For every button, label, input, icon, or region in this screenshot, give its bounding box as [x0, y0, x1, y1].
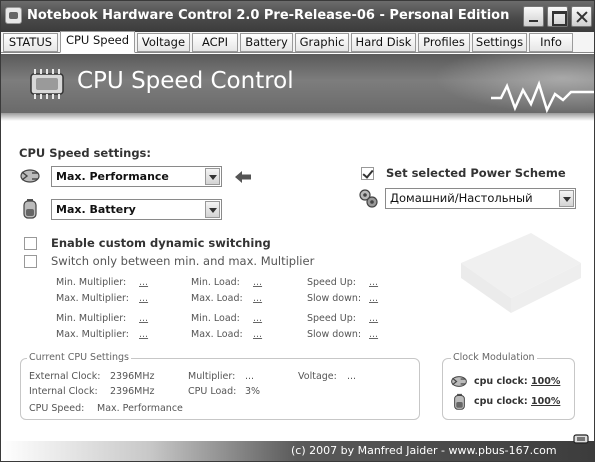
ac-cpu-clock-value[interactable]: 100% — [531, 376, 560, 387]
external-clock-value: 2396MHz — [110, 371, 155, 382]
power-scheme-select[interactable]: Домашний/Настольный — [385, 188, 576, 209]
cpu-speed-label: CPU Speed: — [29, 403, 85, 414]
battery-icon — [454, 393, 465, 410]
multiplier-label: Multiplier: — [188, 371, 236, 382]
min-multiplier-value-2[interactable]: ... — [139, 313, 148, 324]
battery-icon — [23, 199, 37, 219]
power-scheme-value: Домашний/Настольный — [390, 191, 533, 205]
arrow-left-icon — [235, 171, 251, 183]
multiplier-value: ... — [245, 371, 255, 382]
cpu-chip-icon — [30, 69, 64, 99]
switch-minmax-label: Switch only between min. and max. Multip… — [51, 254, 315, 268]
internal-clock-label: Internal Clock: — [29, 386, 98, 397]
tab-settings[interactable]: Settings — [472, 33, 527, 52]
close-button[interactable] — [571, 6, 592, 27]
max-multiplier-value-1[interactable]: ... — [139, 293, 148, 304]
cpu-load-value: 3% — [245, 386, 261, 397]
cpu-speed-value: Max. Performance — [97, 403, 183, 414]
tab-info[interactable]: Info — [529, 33, 573, 52]
max-load-value-1[interactable]: ... — [253, 293, 262, 304]
ac-profile-value: Max. Performance — [56, 170, 169, 183]
cpu-chip-small-icon[interactable] — [572, 432, 590, 446]
tab-voltage[interactable]: Voltage — [137, 33, 190, 52]
min-multiplier-value-1[interactable]: ... — [139, 277, 148, 288]
tab-profiles[interactable]: Profiles — [418, 33, 470, 52]
app-icon[interactable] — [5, 7, 22, 24]
battery-profile-value: Max. Battery — [56, 203, 136, 216]
speed-up-label-1: Speed Up: — [307, 277, 356, 288]
tab-cpu-speed[interactable]: CPU Speed — [60, 31, 135, 53]
waveform-icon — [491, 80, 594, 113]
tab-graphic[interactable]: Graphic — [295, 33, 349, 52]
tab-bar: STATUS CPU Speed Voltage ACPI Battery Gr… — [1, 31, 594, 53]
page-title: CPU Speed Control — [77, 68, 294, 94]
slow-down-value-1[interactable]: ... — [369, 293, 378, 304]
cpu-speed-settings-heading: CPU Speed settings: — [19, 146, 152, 160]
battery-cpu-clock-label: cpu clock: — [474, 396, 528, 407]
power-plug-icon — [20, 169, 40, 183]
maximize-button[interactable] — [547, 6, 568, 27]
cpu-load-label: CPU Load: — [188, 386, 237, 397]
slow-down-value-2[interactable]: ... — [369, 329, 378, 340]
power-scheme-label: Set selected Power Scheme — [386, 166, 566, 180]
custom-switching-label: Enable custom dynamic switching — [51, 236, 271, 250]
max-multiplier-value-2[interactable]: ... — [139, 329, 148, 340]
title-bar[interactable]: Notebook Hardware Control 2.0 Pre-Releas… — [1, 1, 594, 32]
external-clock-label: External Clock: — [29, 371, 101, 382]
internal-clock-value: 2396MHz — [110, 386, 155, 397]
min-load-value-1[interactable]: ... — [253, 277, 262, 288]
speed-up-value-1[interactable]: ... — [369, 277, 378, 288]
footer-bar: (c) 2007 by Manfred Jaider - www.pbus-16… — [1, 441, 594, 461]
custom-switching-checkbox[interactable] — [24, 237, 37, 250]
voltage-label: Voltage: — [298, 371, 337, 382]
current-cpu-settings-legend: Current CPU Settings — [27, 352, 132, 363]
ac-cpu-clock-label: cpu clock: — [474, 376, 528, 387]
cpu-chip-watermark-icon — [461, 233, 581, 313]
power-scheme-icon — [359, 189, 378, 208]
power-scheme-checkbox[interactable] — [361, 167, 374, 180]
max-multiplier-label-2: Max. Multiplier: — [56, 329, 129, 340]
speed-up-label-2: Speed Up: — [307, 313, 356, 324]
ac-profile-select[interactable]: Max. Performance — [51, 166, 222, 187]
max-load-value-2[interactable]: ... — [253, 329, 262, 340]
min-load-label-1: Min. Load: — [191, 277, 240, 288]
tab-status[interactable]: STATUS — [3, 33, 58, 52]
max-multiplier-label-1: Max. Multiplier: — [56, 293, 129, 304]
tab-battery[interactable]: Battery — [240, 33, 293, 52]
battery-cpu-clock-value[interactable]: 100% — [531, 396, 560, 407]
min-load-label-2: Min. Load: — [191, 313, 240, 324]
max-load-label-2: Max. Load: — [191, 329, 243, 340]
power-plug-icon — [451, 376, 467, 387]
slow-down-label-2: Slow down: — [307, 329, 362, 340]
banner-shadow — [1, 113, 594, 121]
clock-modulation-legend: Clock Modulation — [451, 352, 537, 363]
battery-profile-dropdown-button[interactable] — [205, 201, 220, 218]
min-multiplier-label-1: Min. Multiplier: — [56, 277, 127, 288]
minimize-button[interactable] — [523, 6, 544, 27]
min-multiplier-label-2: Min. Multiplier: — [56, 313, 127, 324]
voltage-value: ... — [347, 371, 357, 382]
min-load-value-2[interactable]: ... — [253, 313, 262, 324]
window-title: Notebook Hardware Control 2.0 Pre-Releas… — [27, 8, 510, 23]
switch-minmax-checkbox[interactable] — [24, 255, 37, 268]
battery-profile-select[interactable]: Max. Battery — [51, 199, 222, 220]
ac-profile-dropdown-button[interactable] — [205, 168, 220, 185]
copyright-text: (c) 2007 by Manfred Jaider - www.pbus-16… — [291, 444, 557, 457]
app-window: Notebook Hardware Control 2.0 Pre-Releas… — [0, 0, 595, 462]
power-scheme-dropdown-button[interactable] — [559, 190, 574, 207]
max-load-label-1: Max. Load: — [191, 293, 243, 304]
header-banner: CPU Speed Control — [1, 54, 594, 113]
speed-up-value-2[interactable]: ... — [369, 313, 378, 324]
slow-down-label-1: Slow down: — [307, 293, 362, 304]
tab-acpi[interactable]: ACPI — [192, 33, 238, 52]
tab-hard-disk[interactable]: Hard Disk — [351, 33, 416, 52]
